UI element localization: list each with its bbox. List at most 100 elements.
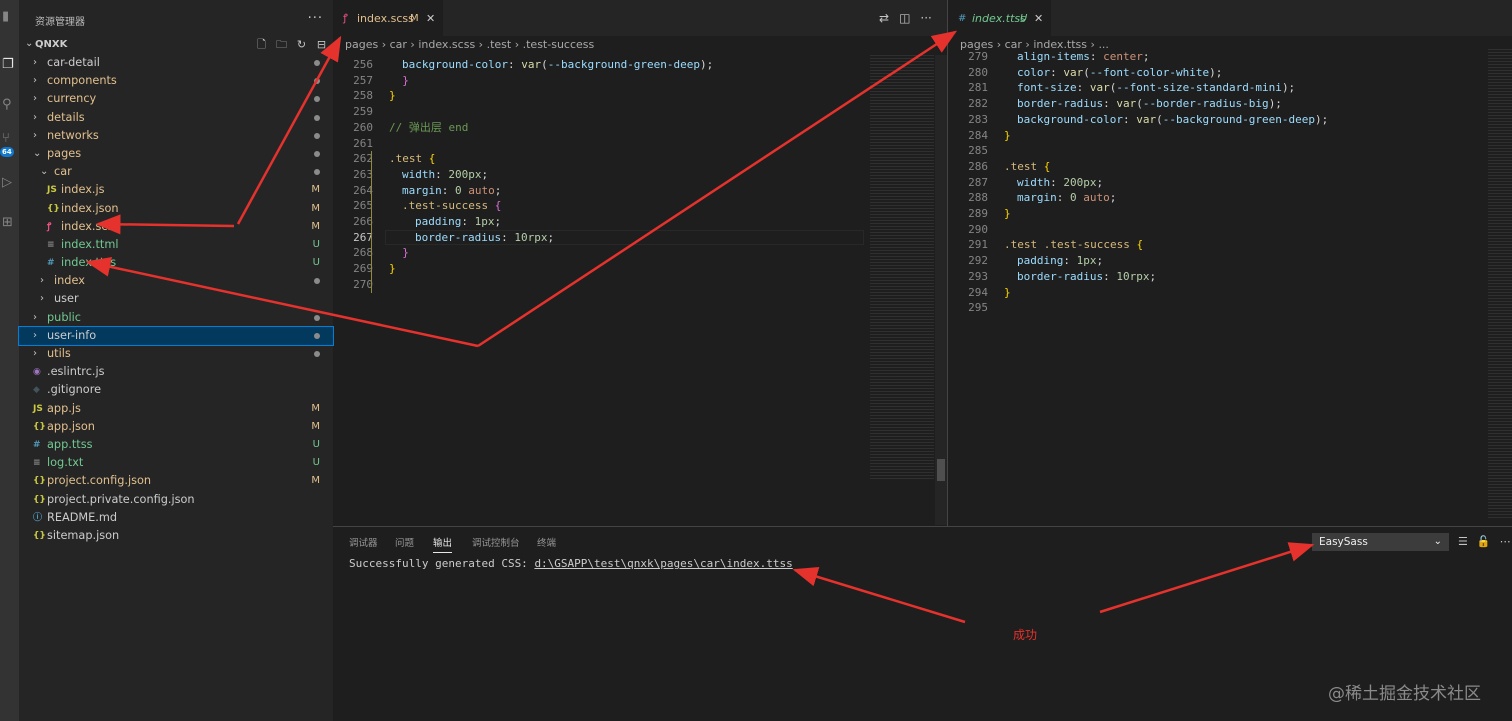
git-status-badge: M [311, 402, 320, 414]
file-item[interactable]: # app.ttss U [19, 436, 333, 454]
clear-output-icon[interactable]: ☰ [1458, 535, 1468, 548]
item-label: index.json [61, 201, 119, 215]
breadcrumb-item[interactable]: car [390, 38, 407, 51]
folder-item[interactable]: › components [19, 72, 333, 90]
sass-icon: ꝭ [343, 13, 348, 24]
collapse-all-icon[interactable]: ⊟ [314, 37, 329, 52]
folder-item[interactable]: › networks [19, 127, 333, 145]
refresh-icon[interactable]: ↻ [294, 37, 309, 52]
folder-item[interactable]: › details [19, 109, 333, 127]
code-token: .test-success [402, 199, 489, 213]
close-icon[interactable]: ✕ [426, 1, 435, 37]
git-status-dot [314, 332, 320, 339]
split-editor-icon[interactable]: ◫ [899, 11, 910, 25]
info-icon: ⓘ [33, 512, 43, 523]
extensions-icon[interactable]: ⊞ [0, 212, 19, 234]
code-token: : [1122, 112, 1137, 126]
file-item[interactable]: JS index.js M [19, 181, 333, 199]
more-actions-icon[interactable]: ··· [920, 11, 931, 25]
git-status-badge: M [311, 420, 320, 432]
file-item[interactable]: ꝭ index.scss M [19, 218, 333, 236]
tab-terminal[interactable]: 终端 [537, 535, 556, 549]
folder-item[interactable]: › car-detail [19, 54, 333, 72]
line-number: 295 [968, 301, 988, 315]
minimap-right[interactable] [1488, 49, 1512, 519]
tab-debugger[interactable]: 调试器 [349, 535, 378, 549]
folder-item[interactable]: › index [19, 272, 333, 290]
folder-item[interactable]: › public [19, 309, 333, 327]
folder-item[interactable]: › user-info [18, 325, 334, 347]
code-token: padding [415, 215, 462, 228]
explorer-sidebar: 资源管理器 ··· ⌄ QNXK 🗋 🗀 ↻ ⊟ › car-detail › com… [18, 0, 334, 721]
file-item[interactable]: ⓘ README.md [19, 509, 333, 527]
code-line: border-radius: var(--border-radius-big); [1017, 96, 1282, 112]
scrollbar-left[interactable] [935, 55, 947, 525]
code-token: : [507, 58, 522, 71]
json-icon: {} [33, 494, 46, 505]
new-folder-icon[interactable]: 🗀 [274, 37, 289, 52]
tab-problems[interactable]: 问题 [395, 535, 414, 549]
folder-item[interactable]: › utils [19, 345, 333, 363]
code-token: var [1089, 81, 1110, 95]
scrollbar-thumb[interactable] [937, 459, 945, 481]
breadcrumb-item[interactable]: pages [345, 38, 378, 51]
new-file-icon[interactable]: 🗋 [254, 37, 269, 52]
code-token: : [441, 183, 455, 197]
tab-index-scss[interactable]: ꝭ index.scss M ✕ [333, 0, 443, 36]
files-icon[interactable]: ▮ [0, 6, 19, 28]
code-token: : [1063, 254, 1077, 268]
file-item[interactable]: {} app.json M [19, 418, 333, 436]
right-tab-bar: # index.ttss U ✕ [948, 0, 1512, 36]
file-item[interactable]: JS app.js M [19, 400, 333, 418]
line-number: 263 [353, 167, 373, 181]
tab-status: U [1020, 13, 1028, 24]
tab-label: index.ttss [972, 12, 1026, 25]
file-item[interactable]: ≡ index.ttml U [19, 236, 333, 254]
close-icon[interactable]: ✕ [1034, 1, 1043, 37]
code-editor-right[interactable]: 279 align-items: center; 280 color: var(--f… [948, 49, 1478, 526]
folder-item[interactable]: › user [19, 290, 333, 308]
git-status-dot [314, 96, 320, 103]
code-editor-left[interactable]: 256 background-color: var(--background-gr… [333, 57, 868, 527]
explorer-icon[interactable]: ❐ [0, 54, 19, 76]
tab-index-ttss[interactable]: # index.ttss U ✕ [948, 0, 1051, 36]
file-item[interactable]: ≡ log.txt U [19, 454, 333, 472]
folder-item[interactable]: ⌄ car [19, 163, 333, 181]
code-line: } [1004, 285, 1011, 301]
tab-output[interactable]: 输出 [433, 535, 453, 553]
breadcrumb-item[interactable]: .test-success [523, 38, 595, 51]
more-actions-icon[interactable]: ··· [308, 11, 323, 26]
line-number: 286 [968, 159, 988, 173]
item-label: user-info [47, 328, 97, 342]
tab-debug-console[interactable]: 调试控制台 [472, 535, 520, 549]
folder-item[interactable]: ⌄ pages [19, 145, 333, 163]
code-token: center [1103, 50, 1143, 63]
output-channel-select[interactable]: EasySass ⌄ [1312, 533, 1449, 551]
compare-icon[interactable]: ⇄ [879, 11, 889, 25]
lock-icon[interactable]: 🔓 [1477, 535, 1491, 548]
breadcrumb-item[interactable]: .test [487, 38, 512, 51]
output-path-link[interactable]: d:\GSAPP\test\qnxk\pages\car\index.ttss [534, 557, 792, 570]
file-item[interactable]: {} project.config.json M [19, 472, 333, 490]
code-token: ; [547, 230, 555, 244]
file-item[interactable]: {} project.private.config.json [19, 491, 333, 509]
file-item[interactable]: {} sitemap.json [19, 527, 333, 545]
code-token: : [1050, 65, 1064, 79]
search-icon[interactable]: ⚲ [0, 94, 19, 116]
code-token: ); [1268, 97, 1282, 111]
chevron-right-icon: › [33, 75, 37, 87]
file-item[interactable]: {} index.json M [19, 200, 333, 218]
chevron-right-icon: › [33, 111, 37, 123]
folder-item[interactable]: › currency [19, 90, 333, 108]
file-item[interactable]: ◆ .gitignore [19, 381, 333, 399]
minimap-left[interactable] [870, 55, 934, 480]
css-icon: # [47, 258, 55, 269]
breadcrumb-item[interactable]: index.scss [418, 38, 475, 51]
chevron-right-icon: › [33, 348, 37, 359]
more-icon[interactable]: ⋯ [1500, 535, 1511, 548]
code-token: font-size [1017, 81, 1077, 95]
code-token: --border-radius-big [1142, 97, 1269, 111]
file-item[interactable]: # index.ttss U [19, 254, 333, 272]
run-debug-icon[interactable]: ▷ [0, 172, 19, 194]
file-item[interactable]: ◉ .eslintrc.js [19, 363, 333, 381]
